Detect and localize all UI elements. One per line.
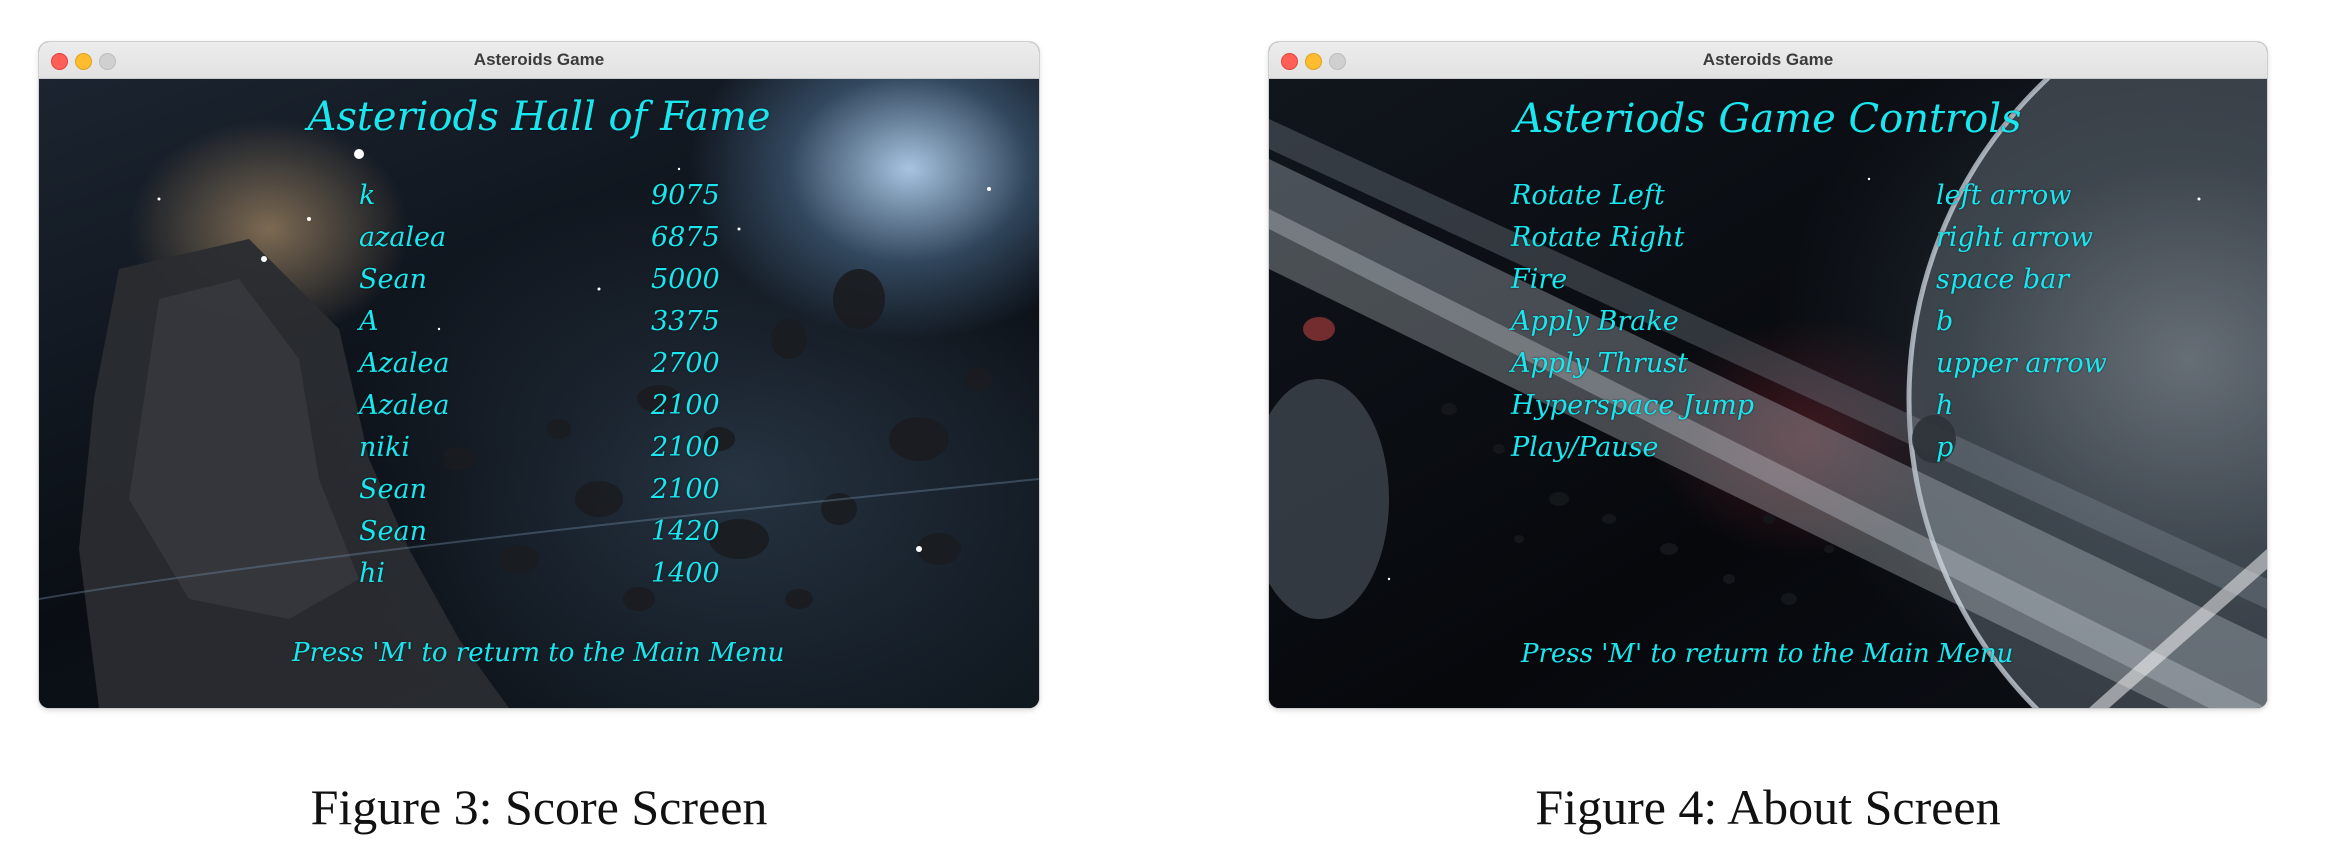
score-screen-figure: Asteroids Game Asteriods Hall of Fame k … (39, 0, 1039, 861)
control-action: Rotate Right (1511, 222, 1685, 253)
score-row: hi 1400 (359, 557, 779, 591)
score-row: Sean 2100 (359, 473, 779, 507)
window-title: Asteroids Game (1702, 50, 1834, 69)
figure-caption: Figure 4: About Screen (1535, 779, 2001, 835)
control-key: upper arrow (1936, 348, 2107, 379)
score-row: k 9075 (359, 179, 779, 213)
score-row: A 3375 (359, 305, 779, 339)
score-row: niki 2100 (359, 431, 779, 465)
control-key: space bar (1936, 264, 2070, 295)
control-row: Apply Thrust upper arrow (1511, 347, 2111, 381)
controls-overlay: Asteriods Game Controls Rotate Left left… (1269, 79, 2267, 708)
window-titlebar[interactable]: Asteroids Game (1269, 42, 2267, 79)
player-name: A (359, 306, 379, 337)
player-name: azalea (359, 222, 447, 253)
score-row: Sean 5000 (359, 263, 779, 297)
player-name: k (359, 180, 376, 211)
score-row: Azalea 2700 (359, 347, 779, 381)
control-action: Apply Thrust (1511, 348, 1688, 379)
about-screen-figure: Asteroids Game Asteriods Game Controls R… (1269, 0, 2267, 861)
control-key: right arrow (1936, 222, 2093, 253)
player-score: 9075 (651, 180, 720, 211)
control-action: Play/Pause (1511, 432, 1659, 463)
control-key: left arrow (1936, 180, 2072, 211)
player-name: niki (359, 432, 411, 463)
player-score: 2100 (651, 432, 720, 463)
score-overlay: Asteriods Hall of Fame k 9075 azalea 687… (39, 79, 1039, 708)
player-score: 5000 (651, 264, 720, 295)
control-row: Rotate Right right arrow (1511, 221, 2111, 255)
control-row: Fire space bar (1511, 263, 2111, 297)
hall-of-fame-title: Asteriods Hall of Fame (307, 94, 771, 140)
window-titlebar[interactable]: Asteroids Game (39, 42, 1039, 79)
control-action: Fire (1511, 264, 1568, 295)
return-to-menu-hint: Press 'M' to return to the Main Menu (292, 638, 785, 668)
player-score: 1400 (651, 558, 720, 589)
score-row: Azalea 2100 (359, 389, 779, 423)
player-name: Azalea (359, 390, 450, 421)
player-name: Sean (359, 474, 427, 505)
player-score: 6875 (651, 222, 720, 253)
player-score: 2100 (651, 474, 720, 505)
control-action: Rotate Left (1511, 180, 1665, 211)
player-score: 2100 (651, 390, 720, 421)
control-row: Hyperspace Jump h (1511, 389, 2111, 423)
player-score: 2700 (651, 348, 720, 379)
control-key: b (1936, 306, 1954, 337)
player-name: hi (359, 558, 386, 589)
control-action: Apply Brake (1511, 306, 1679, 337)
control-key: p (1936, 432, 1954, 463)
game-canvas[interactable]: Asteriods Game Controls Rotate Left left… (1269, 79, 2267, 708)
player-score: 1420 (651, 516, 720, 547)
player-name: Sean (359, 264, 427, 295)
return-to-menu-hint: Press 'M' to return to the Main Menu (1521, 639, 2014, 669)
score-row: azalea 6875 (359, 221, 779, 255)
control-key: h (1936, 390, 1954, 421)
figure-caption: Figure 3: Score Screen (310, 779, 768, 835)
control-action: Hyperspace Jump (1511, 390, 1754, 421)
control-row: Rotate Left left arrow (1511, 179, 2111, 213)
about-window: Asteroids Game Asteriods Game Controls R… (1269, 42, 2267, 708)
player-name: Sean (359, 516, 427, 547)
control-row: Play/Pause p (1511, 431, 2111, 465)
window-title: Asteroids Game (473, 50, 605, 69)
player-score: 3375 (651, 306, 720, 337)
game-canvas[interactable]: Asteriods Hall of Fame k 9075 azalea 687… (39, 79, 1039, 708)
player-name: Azalea (359, 348, 450, 379)
control-row: Apply Brake b (1511, 305, 2111, 339)
score-row: Sean 1420 (359, 515, 779, 549)
game-controls-title: Asteriods Game Controls (1514, 96, 2022, 142)
score-window: Asteroids Game Asteriods Hall of Fame k … (39, 42, 1039, 708)
